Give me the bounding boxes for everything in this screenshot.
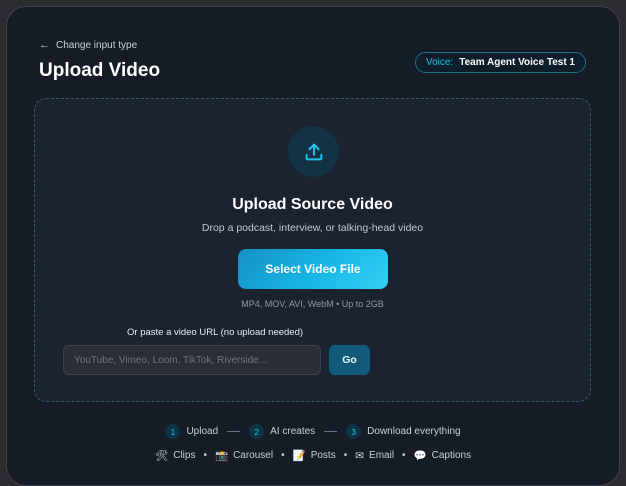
envelope-icon: ✉ (355, 449, 365, 462)
output-label: Clips (173, 450, 196, 461)
upload-icon (288, 126, 339, 177)
separator-dot: • (402, 450, 406, 461)
step-number: 1 (165, 424, 181, 439)
output-label: Carousel (233, 450, 274, 461)
step-label: Upload (186, 426, 219, 437)
step-number: 2 (249, 424, 265, 439)
step-number: 3 (346, 424, 362, 439)
step-divider (227, 431, 241, 432)
voice-key: Voice: (425, 57, 454, 68)
url-label: Or paste a video URL (no upload needed) (127, 327, 304, 338)
output-label: Email (369, 450, 395, 461)
dropzone-title: Upload Source Video (232, 196, 393, 213)
change-input-type-link[interactable]: ← Change input type (39, 39, 138, 52)
output-label: Posts (310, 450, 336, 461)
output-label: Captions (431, 450, 472, 461)
outputs-row: 🛠 Clips • 📸 Carousel • 📝 Posts • ✉ Email… (0, 449, 626, 463)
dropzone[interactable]: Upload Source Video Drop a podcast, inte… (34, 98, 591, 402)
step-label: AI creates (270, 426, 316, 437)
go-button[interactable]: Go (329, 345, 370, 375)
separator-dot: • (203, 450, 207, 461)
camera-icon: 📸 (214, 450, 229, 462)
step-divider (324, 431, 338, 432)
separator-dot: • (281, 450, 285, 461)
back-link-label: Change input type (56, 40, 138, 51)
dropzone-subtitle: Drop a podcast, interview, or talking-he… (201, 222, 424, 234)
voice-value: Team Agent Voice Test 1 (459, 57, 575, 68)
page-title: Upload Video (39, 60, 161, 81)
supported-formats: MP4, MOV, AVI, WebM • Up to 2GB (241, 299, 384, 309)
tools-icon: 🛠 (154, 450, 169, 462)
back-arrow-icon: ← (39, 39, 50, 51)
video-url-input[interactable] (63, 345, 321, 375)
select-video-file-button[interactable]: Select Video File (238, 249, 388, 289)
separator-dot: • (343, 450, 348, 461)
voice-badge[interactable]: Voice: Team Agent Voice Test 1 (414, 52, 586, 73)
memo-icon: 📝 (292, 450, 306, 462)
steps-row: 1 Upload 2 AI creates 3 Download everyth… (0, 424, 626, 439)
step-label: Download everything (367, 426, 461, 437)
speech-bubble-icon: 💬 (413, 450, 427, 462)
